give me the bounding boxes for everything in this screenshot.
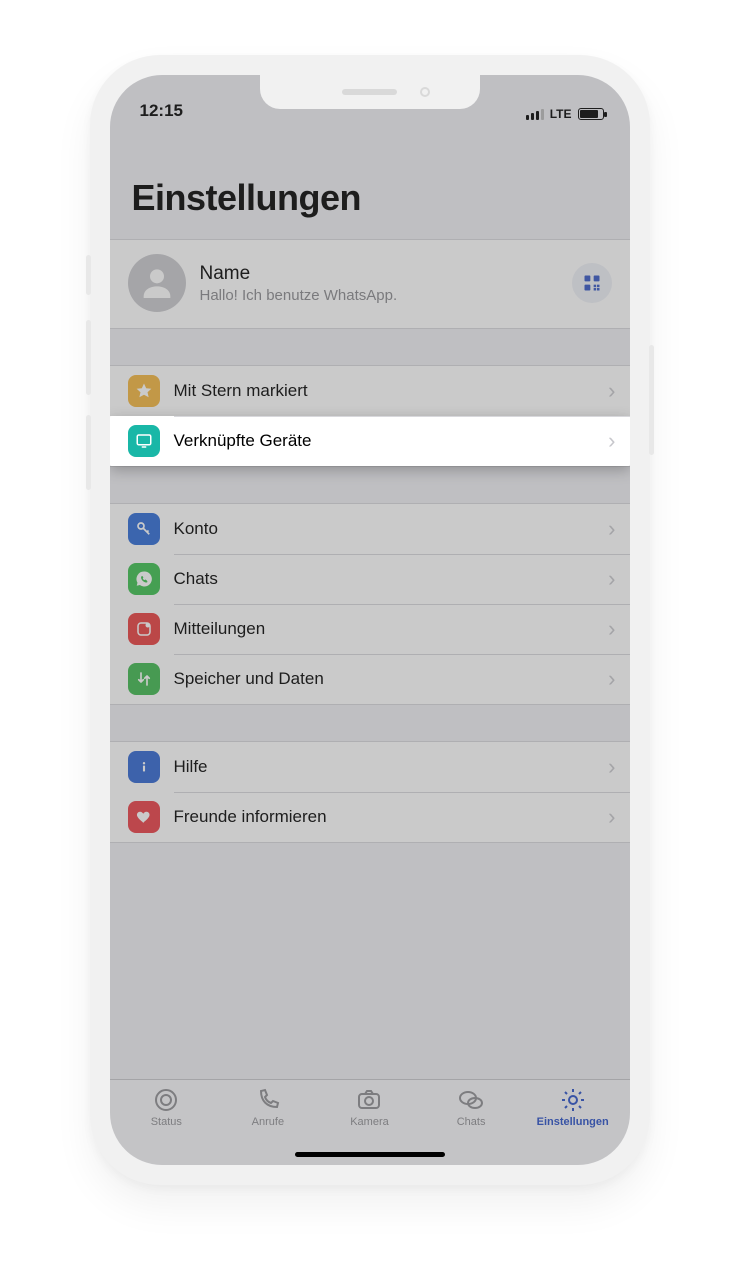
chevron-right-icon: › bbox=[608, 754, 615, 780]
tab-status[interactable]: Status bbox=[116, 1086, 218, 1165]
chevron-right-icon: › bbox=[608, 566, 615, 592]
profile-row[interactable]: Name Hallo! Ich benutze WhatsApp. bbox=[110, 239, 630, 329]
row-tell-friends[interactable]: Freunde informieren› bbox=[110, 792, 630, 842]
row-account[interactable]: Konto› bbox=[110, 504, 630, 554]
status-time: 12:15 bbox=[140, 101, 183, 121]
arrows-icon bbox=[128, 663, 160, 695]
row-label: Chats bbox=[174, 569, 609, 589]
avatar-icon bbox=[128, 254, 186, 312]
bell-icon bbox=[128, 613, 160, 645]
qr-code-button[interactable] bbox=[572, 263, 612, 303]
row-label: Mitteilungen bbox=[174, 619, 609, 639]
profile-name: Name bbox=[200, 263, 572, 285]
row-label: Mit Stern markiert bbox=[174, 381, 609, 401]
side-button bbox=[86, 320, 91, 395]
side-button bbox=[86, 255, 91, 295]
page-title: Einstellungen bbox=[132, 177, 608, 219]
side-button bbox=[86, 415, 91, 490]
tab-label: Kamera bbox=[350, 1116, 389, 1128]
notch bbox=[260, 75, 480, 109]
chevron-right-icon: › bbox=[608, 428, 615, 454]
row-chats[interactable]: Chats› bbox=[110, 554, 630, 604]
row-label: Freunde informieren bbox=[174, 807, 609, 827]
row-label: Verknüpfte Geräte bbox=[174, 431, 609, 451]
profile-status: Hallo! Ich benutze WhatsApp. bbox=[200, 287, 572, 304]
chevron-right-icon: › bbox=[608, 378, 615, 404]
tab-label: Chats bbox=[457, 1116, 486, 1128]
monitor-icon bbox=[128, 425, 160, 457]
row-help[interactable]: Hilfe› bbox=[110, 742, 630, 792]
row-storage[interactable]: Speicher und Daten› bbox=[110, 654, 630, 704]
key-icon bbox=[128, 513, 160, 545]
heart-icon bbox=[128, 801, 160, 833]
row-label: Speicher und Daten bbox=[174, 669, 609, 689]
row-linked-devices[interactable]: Verknüpfte Geräte› bbox=[110, 416, 630, 466]
tab-label: Anrufe bbox=[252, 1116, 284, 1128]
phone-frame: 12:15 LTE Einstellungen Name Hallo! Ich … bbox=[90, 55, 650, 1185]
info-icon bbox=[128, 751, 160, 783]
tab-label: Einstellungen bbox=[537, 1116, 609, 1128]
whatsapp-icon bbox=[128, 563, 160, 595]
side-button bbox=[649, 345, 654, 455]
profile-text: Name Hallo! Ich benutze WhatsApp. bbox=[200, 263, 572, 304]
battery-icon bbox=[578, 108, 604, 120]
home-indicator bbox=[295, 1152, 445, 1157]
star-icon bbox=[128, 375, 160, 407]
row-notifications[interactable]: Mitteilungen› bbox=[110, 604, 630, 654]
front-camera bbox=[420, 87, 430, 97]
tab-settings[interactable]: Einstellungen bbox=[522, 1086, 624, 1165]
speaker bbox=[342, 89, 397, 95]
settings-group-3: Hilfe›Freunde informieren› bbox=[110, 741, 630, 843]
chevron-right-icon: › bbox=[608, 516, 615, 542]
signal-icon bbox=[526, 109, 544, 120]
row-label: Konto bbox=[174, 519, 609, 539]
tab-label: Status bbox=[151, 1116, 182, 1128]
chevron-right-icon: › bbox=[608, 666, 615, 692]
network-label: LTE bbox=[550, 107, 572, 121]
row-starred[interactable]: Mit Stern markiert› bbox=[110, 366, 630, 416]
settings-group-1: Mit Stern markiert›Verknüpfte Geräte› bbox=[110, 365, 630, 467]
title-area: Einstellungen bbox=[110, 123, 630, 227]
screen: 12:15 LTE Einstellungen Name Hallo! Ich … bbox=[110, 75, 630, 1165]
row-label: Hilfe bbox=[174, 757, 609, 777]
status-right: LTE bbox=[526, 107, 604, 121]
settings-group-2: Konto›Chats›Mitteilungen›Speicher und Da… bbox=[110, 503, 630, 705]
chevron-right-icon: › bbox=[608, 804, 615, 830]
chevron-right-icon: › bbox=[608, 616, 615, 642]
